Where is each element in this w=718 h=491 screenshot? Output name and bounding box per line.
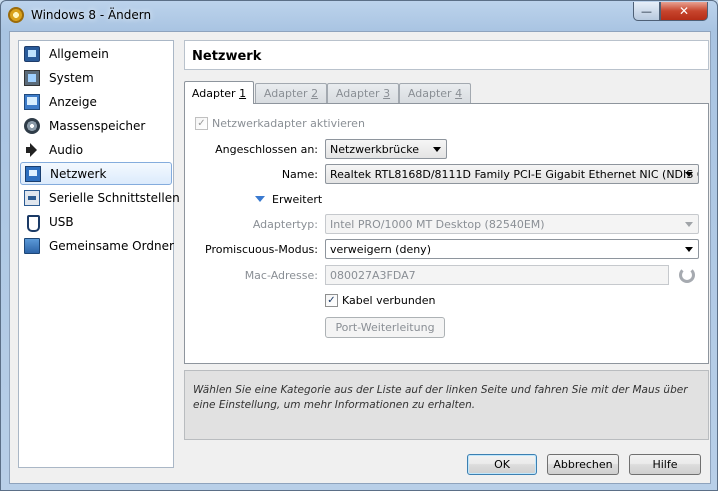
tab-accelerator: 2 [311,87,319,100]
promiscuous-mode-label: Promiscuous-Modus: [205,243,318,256]
attached-to-value: Netzwerkbrücke [330,143,420,156]
display-icon [24,93,40,110]
name-label: Name: [281,168,318,181]
adapter-settings-panel: ✓ Netzwerkadapter aktivieren Angeschloss… [184,103,709,364]
advanced-toggle-label[interactable]: Erweitert [272,193,322,206]
chevron-down-icon [685,247,693,252]
dialog-window: Windows 8 - Ändern — ✕ Allgemein System … [0,0,718,491]
tab-accelerator: 1 [239,86,247,100]
sidebar-item-usb[interactable]: USB [20,210,172,233]
checkmark-icon: ✓ [197,117,206,129]
mac-address-label: Mac-Adresse: [244,269,318,282]
speaker-icon [24,142,40,158]
cancel-button[interactable]: Abbrechen [547,454,619,475]
sidebar-item-label: Serielle Schnittstellen [49,190,180,205]
dialog-client-area: Allgemein System Anzeige Massenspeicher … [9,31,711,484]
help-button[interactable]: Hilfe [629,454,701,475]
adapter-type-label: Adaptertyp: [252,218,318,231]
storage-disk-icon [24,117,40,134]
general-monitor-icon [24,45,40,62]
tab-adapter-2[interactable]: Adapter 2 [255,83,327,103]
title-bar[interactable]: Windows 8 - Ändern — ✕ [1,1,717,31]
ok-button[interactable]: OK [467,454,537,475]
sidebar-item-audio[interactable]: Audio [20,138,172,161]
adapter-type-dropdown[interactable]: Intel PRO/1000 MT Desktop (82540EM) [325,214,699,234]
sidebar-item-label: Massenspeicher [49,118,146,133]
tab-adapter-4[interactable]: Adapter 4 [399,83,471,103]
cable-connected-label: Kabel verbunden [342,294,436,307]
sidebar-item-label: Audio [49,142,84,157]
usb-icon [24,214,40,232]
adapter-name-dropdown[interactable]: Realtek RTL8168D/8111D Family PCI-E Giga… [325,164,699,184]
sidebar-item-label: Netzwerk [50,166,107,181]
sidebar-item-system[interactable]: System [20,66,172,89]
promiscuous-mode-dropdown[interactable]: verweigern (deny) [325,239,699,259]
tab-label: Adapter [407,87,456,100]
category-list: Allgemein System Anzeige Massenspeicher … [18,40,180,468]
mac-address-field[interactable]: 080027A3FDA7 [325,265,669,285]
checkmark-icon: ✓ [327,294,336,306]
cable-connected-checkbox[interactable]: ✓ [325,294,338,307]
serial-port-icon [24,189,40,206]
adapter-name-value: Realtek RTL8168D/8111D Family PCI-E Giga… [330,168,699,181]
tab-adapter-3[interactable]: Adapter 3 [327,83,399,103]
virtualbox-gear-icon [8,7,24,23]
enable-adapter-checkbox[interactable]: ✓ [195,117,208,130]
sidebar-item-label: Allgemein [49,46,109,61]
sidebar-item-serial-ports[interactable]: Serielle Schnittstellen [20,186,180,209]
chevron-down-icon [433,147,441,152]
promiscuous-mode-value: verweigern (deny) [330,243,431,256]
sidebar-item-display[interactable]: Anzeige [20,90,172,113]
tab-label: Adapter [263,87,312,100]
enable-adapter-label: Netzwerkadapter aktivieren [212,117,365,130]
info-hint-box: Wählen Sie eine Kategorie aus der Liste … [184,370,709,440]
sidebar-item-network[interactable]: Netzwerk [20,162,172,185]
shared-folder-icon [24,237,40,254]
sidebar-item-label: System [49,70,94,85]
minimize-button[interactable]: — [633,2,660,21]
sidebar-item-general[interactable]: Allgemein [20,42,172,65]
tab-label: Adapter [191,86,240,100]
tab-adapter-1[interactable]: Adapter 1 [184,81,254,104]
close-button[interactable]: ✕ [660,2,708,21]
sidebar-item-shared-folders[interactable]: Gemeinsame Ordner [20,234,174,257]
chevron-down-icon [685,222,693,227]
tab-label: Adapter [335,87,384,100]
port-forwarding-button[interactable]: Port-Weiterleitung [325,317,445,338]
window-title: Windows 8 - Ändern [31,8,152,22]
network-icon [25,165,41,182]
sidebar-item-label: Anzeige [49,94,97,109]
sidebar-item-label: USB [49,214,74,229]
tab-accelerator: 3 [383,87,391,100]
tab-accelerator: 4 [455,87,463,100]
system-chip-icon [24,69,40,86]
page-title: Netzwerk [184,40,709,70]
generate-mac-refresh-icon[interactable] [679,267,695,283]
adapter-type-value: Intel PRO/1000 MT Desktop (82540EM) [330,218,545,231]
chevron-down-icon [685,172,693,177]
attached-to-label: Angeschlossen an: [215,143,318,156]
sidebar-item-label: Gemeinsame Ordner [49,238,174,253]
expand-arrow-icon[interactable] [255,196,265,202]
attached-to-dropdown[interactable]: Netzwerkbrücke [325,139,447,159]
sidebar-item-storage[interactable]: Massenspeicher [20,114,172,137]
